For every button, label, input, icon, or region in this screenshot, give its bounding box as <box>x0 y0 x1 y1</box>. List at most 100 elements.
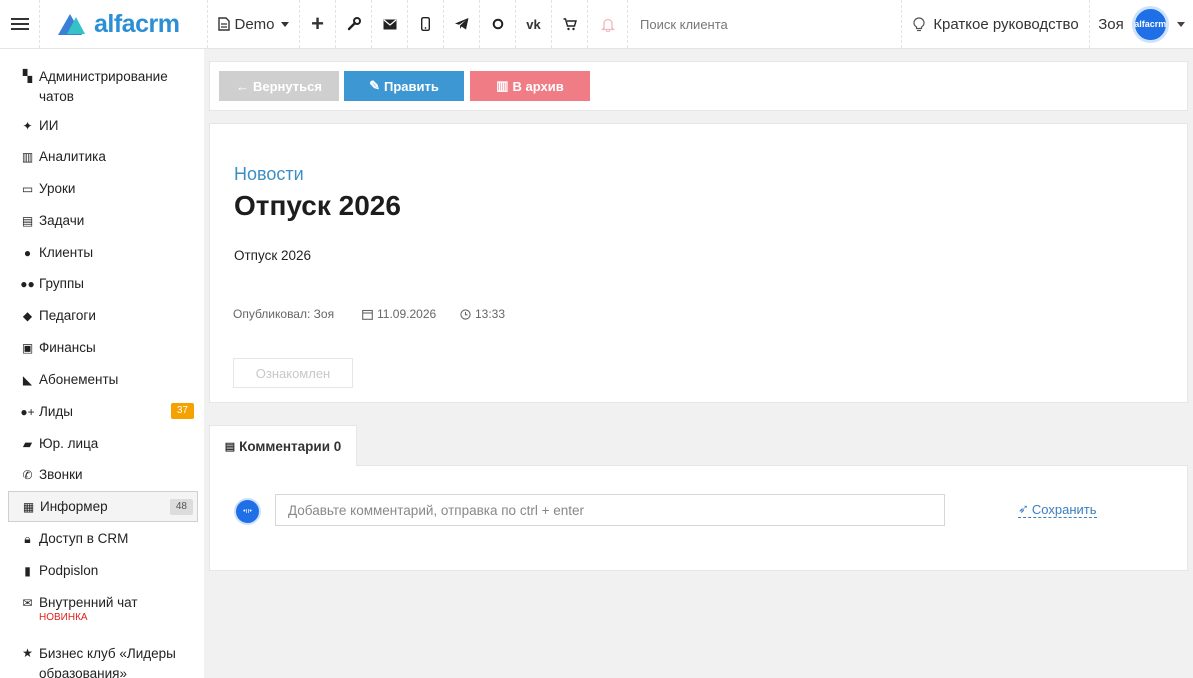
sidebar-item-label: Задачи <box>39 213 85 228</box>
envelope-icon: ✉ <box>22 596 33 610</box>
sidebar: ▚ Администрирование чатов ✦ ИИ ▥ Аналити… <box>0 49 204 678</box>
arrow-left-icon: ← <box>236 78 249 94</box>
edit-button[interactable]: ✎ Править <box>344 71 464 101</box>
logo-text: alfacrm <box>94 9 180 38</box>
sidebar-item-label: Лиды <box>39 404 73 419</box>
chevron-down-icon <box>1176 21 1185 27</box>
users-icon: ●● <box>20 277 35 291</box>
clipboard-icon: ▤ <box>21 214 34 228</box>
sidebar-item-analytics[interactable]: ▥ Аналитика <box>8 148 198 166</box>
sidebar-item-internal-chat[interactable]: ✉ Внутренний чат НОВИНКА <box>8 594 198 624</box>
lightbulb-icon <box>913 16 925 31</box>
sidebar-item-label: Группы <box>39 276 84 291</box>
comment-input[interactable] <box>275 494 945 526</box>
informer-count-badge: 48 <box>169 498 193 515</box>
lock-icon: 🔒︎ <box>24 532 31 546</box>
post-body: Отпуск 2026 <box>234 248 312 263</box>
document-icon <box>218 17 231 31</box>
sidebar-item-lessons[interactable]: ▭ Уроки <box>8 180 198 198</box>
logo[interactable]: alfacrm <box>40 0 208 48</box>
new-badge: НОВИНКА <box>39 612 88 623</box>
sidebar-item-chat-admin[interactable]: ▚ Администрирование чатов <box>8 67 198 107</box>
sidebar-item-crm-access[interactable]: 🔒︎ Доступ в CRM <box>8 530 198 548</box>
comments-panel: •ıı• ➶ Сохранить <box>209 465 1188 571</box>
telegram-icon <box>454 18 468 30</box>
sidebar-item-label: Звонки <box>39 467 83 482</box>
sidebar-item-clients[interactable]: ● Клиенты <box>8 244 198 262</box>
trash-icon: ▥ <box>496 78 509 93</box>
paper-plane-icon: ➶ <box>1018 501 1029 516</box>
sms-button[interactable] <box>408 0 444 48</box>
client-search-input[interactable] <box>640 16 880 32</box>
sidebar-item-groups[interactable]: ●● Группы <box>8 275 198 293</box>
menu-toggle-button[interactable] <box>0 0 40 48</box>
post-date: 11.09.2026 <box>362 307 436 321</box>
sidebar-item-label: Информер <box>40 498 108 514</box>
sidebar-item-ai[interactable]: ✦ ИИ <box>8 117 198 135</box>
sidebar-item-calls[interactable]: ✆ Звонки <box>8 466 198 484</box>
clock-icon <box>460 308 471 320</box>
post-category[interactable]: Новости <box>234 164 304 185</box>
quick-guide-button[interactable]: Краткое руководство <box>901 0 1090 48</box>
archive-button[interactable]: ▥ В архив <box>470 71 590 101</box>
sidebar-item-label: Финансы <box>39 340 96 355</box>
save-comment-button[interactable]: ➶ Сохранить <box>1018 501 1097 518</box>
sidebar-item-tasks[interactable]: ▤ Задачи <box>8 212 198 230</box>
vk-button[interactable]: vk <box>516 0 552 48</box>
mobile-icon <box>421 17 430 31</box>
chevron-down-icon <box>280 21 289 27</box>
money-icon: ▣ <box>21 341 34 355</box>
star-icon: ★ <box>22 646 33 660</box>
settings-button[interactable] <box>336 0 372 48</box>
add-button[interactable]: + <box>300 0 336 48</box>
user-menu[interactable]: Зоя alfacrm <box>1090 0 1193 48</box>
cart-icon <box>563 17 577 30</box>
leads-count-badge: 37 <box>170 403 194 419</box>
back-button[interactable]: ← Вернуться <box>219 71 339 101</box>
post-author: Опубликовал: Зоя <box>233 307 335 321</box>
mail-button[interactable] <box>372 0 408 48</box>
whatsapp-icon <box>492 18 503 30</box>
sidebar-item-finance[interactable]: ▣ Финансы <box>8 339 198 357</box>
branch-select[interactable]: Demo <box>208 0 300 48</box>
page-title: Отпуск 2026 <box>234 190 401 221</box>
sparkles-icon: ✦ <box>22 119 33 133</box>
sidebar-item-teachers[interactable]: ◆ Педагоги <box>8 307 198 325</box>
sidebar-item-label: Абонементы <box>39 372 119 387</box>
calendar-icon: ▭ <box>21 182 34 196</box>
sidebar-item-label: Аналитика <box>39 149 106 164</box>
sidebar-item-label: Администрирование чатов <box>39 69 168 104</box>
user-name: Зоя <box>1098 15 1124 33</box>
graduation-cap-icon: ◆ <box>22 309 33 323</box>
client-search <box>628 0 901 48</box>
envelope-icon <box>383 19 396 29</box>
sidebar-item-subscriptions[interactable]: ◣ Абонементы <box>8 371 198 389</box>
sidebar-item-podpislon[interactable]: ▮ Podpislon <box>8 562 198 580</box>
hamburger-icon <box>10 18 29 30</box>
quick-guide-label: Краткое руководство <box>933 15 1079 33</box>
sidebar-item-label: Доступ в CRM <box>39 531 129 546</box>
sidebar-item-label: Внутренний чат <box>39 595 138 610</box>
sidebar-item-business-club[interactable]: ★ Бизнес клуб «Лидеры образования» <box>8 644 198 678</box>
phone-icon: ✆ <box>22 468 33 482</box>
notifications-button[interactable] <box>588 0 628 48</box>
post-time: 13:33 <box>460 307 505 321</box>
user-plus-icon: ●+ <box>20 405 35 419</box>
briefcase-icon: ▰ <box>22 437 33 451</box>
cart-button[interactable] <box>552 0 588 48</box>
acknowledge-button[interactable]: Ознакомлен <box>233 358 353 388</box>
tab-comments[interactable]: ▤ Комментарии 0 <box>209 425 357 466</box>
sidebar-item-label: Уроки <box>39 181 76 196</box>
sidebar-item-label: Педагоги <box>39 308 96 323</box>
sidebar-item-label: ИИ <box>39 118 59 133</box>
vk-icon: vk <box>526 16 541 32</box>
avatar: alfacrm <box>1131 5 1169 43</box>
informer-icon: ▦ <box>22 499 35 514</box>
avatar: •ıı• <box>234 498 261 525</box>
sidebar-item-legal-entities[interactable]: ▰ Юр. лица <box>8 435 198 453</box>
telegram-button[interactable] <box>444 0 480 48</box>
sidebar-item-leads[interactable]: ●+ Лиды 37 <box>8 403 198 421</box>
sidebar-item-informer[interactable]: ▦ Информер 48 <box>8 491 198 522</box>
whatsapp-button[interactable] <box>480 0 516 48</box>
tag-icon: ◣ <box>22 373 33 387</box>
